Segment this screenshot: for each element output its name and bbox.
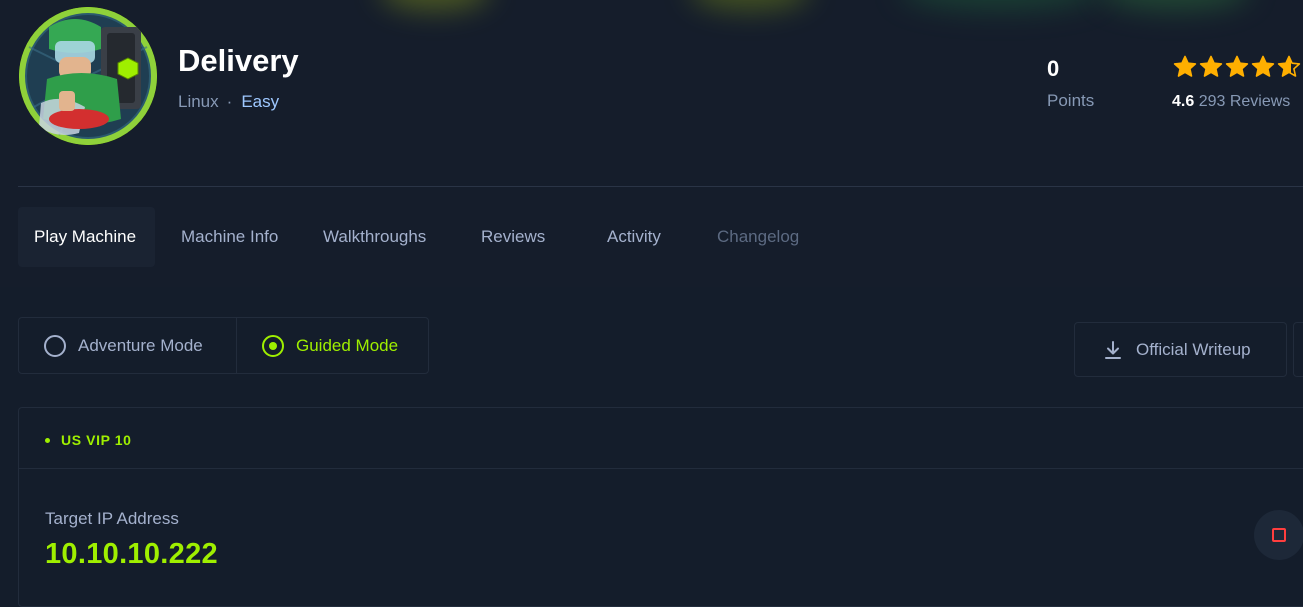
tab-play-machine[interactable]: Play Machine: [18, 207, 155, 267]
vpn-server: US VIP 10: [45, 432, 132, 448]
rating-score: 4.6: [1172, 93, 1195, 110]
star-full-icon: [1199, 55, 1223, 79]
official-writeup-button[interactable]: Official Writeup: [1074, 322, 1287, 377]
header-glow: [1100, 0, 1250, 10]
rating-stars: [1173, 55, 1301, 79]
delivery-rider-icon: [19, 7, 157, 145]
tab-walkthroughs[interactable]: Walkthroughs: [323, 207, 448, 267]
rating-summary[interactable]: 4.6 293 Reviews: [1172, 93, 1290, 111]
target-ip-label: Target IP Address: [45, 509, 179, 528]
adventure-mode-option[interactable]: Adventure Mode: [19, 318, 237, 373]
download-icon: [1103, 340, 1123, 360]
target-ip-value[interactable]: 10.10.10.222: [45, 538, 218, 571]
adventure-mode-label: Adventure Mode: [78, 335, 203, 355]
more-actions-button[interactable]: [1293, 322, 1303, 377]
header-glow: [900, 0, 1100, 10]
meta-separator: ·: [226, 92, 233, 111]
machine-os: Linux: [178, 92, 219, 111]
machine-header: Delivery Linux · Easy 0 Points 4.6 293 Rev…: [0, 0, 1303, 287]
tab-machine-info[interactable]: Machine Info: [181, 207, 301, 267]
header-glow: [380, 0, 490, 10]
difficulty-link[interactable]: Easy: [241, 92, 279, 111]
header-divider: [18, 186, 1303, 187]
star-full-icon: [1251, 55, 1275, 79]
star-full-icon: [1225, 55, 1249, 79]
stop-icon: [1272, 528, 1286, 542]
star-half-icon: [1277, 55, 1301, 79]
stop-machine-button[interactable]: [1254, 510, 1303, 560]
points-value: 0: [1047, 56, 1060, 81]
tab-activity[interactable]: Activity: [607, 207, 677, 267]
tab-reviews[interactable]: Reviews: [481, 207, 551, 267]
machine-avatar: [19, 7, 157, 145]
guided-radio-icon[interactable]: [262, 334, 284, 357]
connection-panel: US VIP 10 Target IP Address 10.10.10.222: [18, 407, 1303, 607]
reviews-count: 293 Reviews: [1198, 93, 1291, 110]
guided-mode-option[interactable]: Guided Mode: [237, 318, 428, 373]
official-writeup-label: Official Writeup: [1136, 339, 1251, 359]
vpn-server-name: US VIP 10: [61, 432, 132, 448]
tab-changelog[interactable]: Changelog: [717, 207, 807, 267]
header-glow: [690, 0, 810, 10]
star-full-icon: [1173, 55, 1197, 79]
points-label: Points: [1047, 91, 1095, 110]
machine-meta: Linux · Easy: [178, 92, 279, 112]
adventure-radio-icon[interactable]: [44, 334, 66, 357]
guided-mode-label: Guided Mode: [296, 335, 399, 355]
panel-divider: [19, 468, 1303, 469]
machine-tabs: Play Machine Machine Info Walkthroughs R…: [18, 207, 807, 267]
mode-selector: Adventure Mode Guided Mode: [18, 317, 429, 374]
machine-title: Delivery: [178, 43, 299, 78]
server-status-dot: [45, 437, 50, 443]
